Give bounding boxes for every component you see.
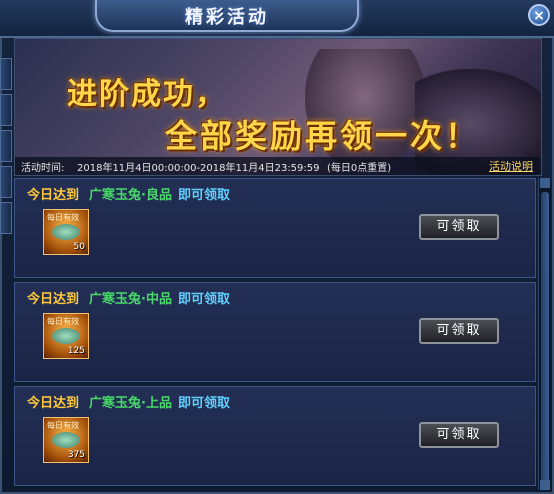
reward-item-icon[interactable]: 每日有效 375 <box>43 417 89 463</box>
item-name: 广寒玉兔·良品 <box>89 188 172 203</box>
scroll-down-icon[interactable] <box>540 480 550 490</box>
jade-rabbit-icon <box>52 328 80 344</box>
reward-condition: 今日达到 广寒玉兔·中品 即可领取 <box>27 288 230 307</box>
rules-link[interactable]: 活动说明 <box>489 158 533 174</box>
item-count: 125 <box>67 346 85 356</box>
reward-condition: 今日达到 广寒玉兔·上品 即可领取 <box>27 392 230 411</box>
event-time-value: 2018年11月4日00:00:00-2018年11月4日23:59:59 <box>77 163 320 174</box>
close-icon[interactable]: × <box>528 4 550 26</box>
claimable-label: 即可领取 <box>177 188 230 203</box>
item-count: 375 <box>67 450 85 460</box>
reward-row: 今日达到 广寒玉兔·中品 即可领取 每日有效 125 可领取 <box>14 282 536 382</box>
reward-list: 今日达到 广寒玉兔·良品 即可领取 每日有效 50 可领取 今日达到 广寒玉兔·中品即… <box>14 178 536 490</box>
side-tab-4[interactable] <box>0 166 12 198</box>
reach-label: 今日达到 <box>27 396 80 411</box>
claim-button[interactable]: 可领取 <box>419 214 499 240</box>
reach-label: 今日达到 <box>27 292 80 307</box>
reward-condition: 今日达到 广寒玉兔·良品 即可领取 <box>27 184 230 203</box>
reset-note: (每日0点重置) <box>327 163 392 174</box>
item-name: 广寒玉兔·上品 <box>89 396 172 411</box>
reward-row: 今日达到 广寒玉兔·良品 即可领取 每日有效 50 可领取 <box>14 178 536 278</box>
claim-button[interactable]: 可领取 <box>419 318 499 344</box>
title-bar: 精彩活动 × <box>0 0 554 38</box>
side-tab-3[interactable] <box>0 130 12 162</box>
item-tag: 每日有效 <box>47 421 79 430</box>
reward-item-icon[interactable]: 每日有效 125 <box>43 313 89 359</box>
window-title: 精彩活动 <box>185 7 269 28</box>
scroll-up-icon[interactable] <box>540 178 550 188</box>
event-banner: 进阶成功， 全部奖励再领一次！ 活动时间: 2018年11月4日00:00:00… <box>14 38 542 176</box>
claimable-label: 即可领取 <box>177 396 230 411</box>
claim-button[interactable]: 可领取 <box>419 422 499 448</box>
item-tag: 每日有效 <box>47 317 79 326</box>
item-count: 50 <box>73 242 85 252</box>
title-plate: 精彩活动 <box>95 0 359 32</box>
jade-rabbit-icon <box>52 224 80 240</box>
reward-row: 今日达到 广寒玉兔·上品 即可领取 每日有效 375 可领取 <box>14 386 536 486</box>
side-tab-5[interactable] <box>0 202 12 234</box>
scroll-thumb[interactable] <box>541 192 549 484</box>
banner-headline-1: 进阶成功， <box>67 77 227 112</box>
jade-rabbit-icon <box>52 432 80 448</box>
item-tag: 每日有效 <box>47 213 79 222</box>
event-time-bar: 活动时间: 2018年11月4日00:00:00-2018年11月4日23:59… <box>15 157 541 175</box>
reach-label: 今日达到 <box>27 188 80 203</box>
banner-headline-2: 全部奖励再领一次！ <box>165 117 481 155</box>
side-tab-1[interactable] <box>0 58 12 90</box>
item-name: 广寒玉兔·中品 <box>89 292 172 307</box>
side-tab-2[interactable] <box>0 94 12 126</box>
event-time-label: 活动时间: <box>21 163 65 174</box>
list-scrollbar[interactable] <box>538 178 551 490</box>
reward-item-icon[interactable]: 每日有效 50 <box>43 209 89 255</box>
claimable-label: 即可领取 <box>177 292 230 307</box>
